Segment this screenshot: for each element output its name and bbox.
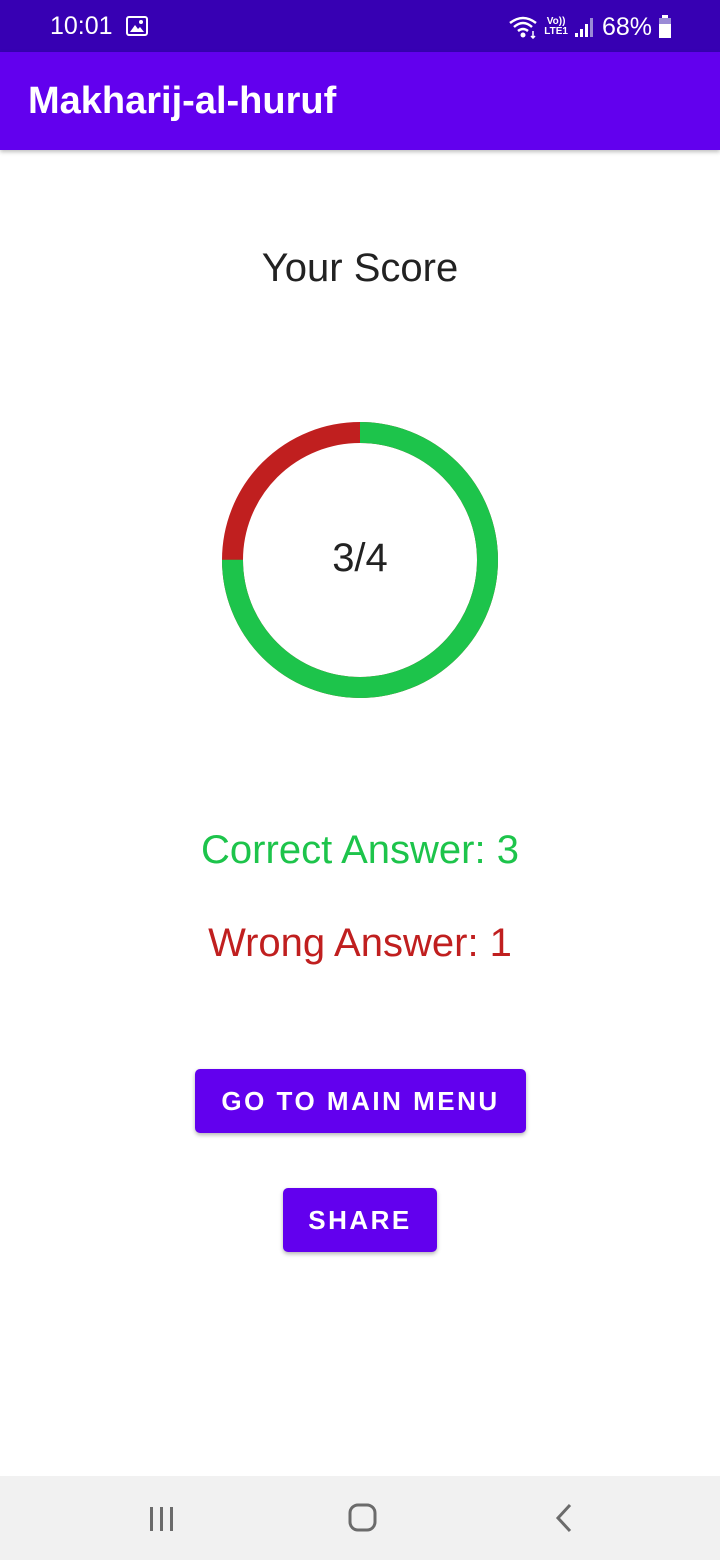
lte-label: LTE1 [544,26,568,37]
battery-percent: 68% [601,12,652,41]
main-menu-button[interactable]: GO TO MAIN MENU [195,1069,526,1133]
wrong-answer-text: Wrong Answer: 1 [208,921,512,965]
score-ring: 3/4 [220,420,500,700]
status-bar: 10:01 Vo)) LTE1 68% [0,0,720,52]
score-heading: Your Score [261,246,459,290]
lte-indicator: Vo)) LTE1 [544,17,568,37]
app-title: Makharij-al-huruf [28,80,337,122]
recents-button[interactable] [101,1476,221,1560]
correct-answer-text: Correct Answer: 3 [201,828,519,872]
status-time: 10:01 [50,12,113,40]
app-bar: Makharij-al-huruf [0,52,720,150]
score-ring-label: 3/4 [332,536,388,580]
battery-icon [658,15,672,39]
gallery-icon [126,16,148,36]
wifi-icon [508,15,538,39]
signal-icon [574,16,596,38]
status-icons: Vo)) LTE1 68% [508,12,672,42]
home-button[interactable] [302,1476,422,1560]
back-button[interactable] [504,1476,624,1560]
navigation-bar [0,1476,720,1560]
share-button[interactable]: SHARE [283,1188,437,1252]
